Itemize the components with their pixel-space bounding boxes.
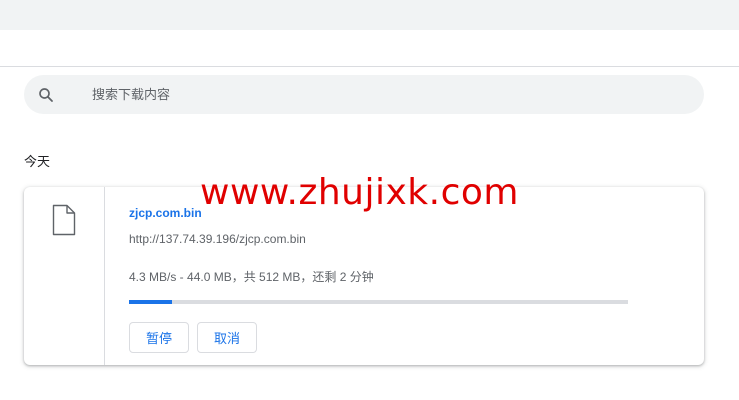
file-url: http://137.74.39.196/zjcp.com.bin (129, 232, 306, 246)
top-bar (0, 0, 739, 30)
downloads-page: 今天 zjcp.com.bin http://137.74.39.196/zjc… (0, 0, 739, 400)
pause-button[interactable]: 暂停 (129, 322, 189, 353)
progress-fill (129, 300, 172, 304)
file-name-link[interactable]: zjcp.com.bin (129, 206, 202, 220)
file-icon (52, 204, 76, 236)
cancel-button[interactable]: 取消 (197, 322, 257, 353)
search-icon[interactable] (37, 86, 55, 104)
search-input[interactable] (92, 83, 682, 105)
download-status: 4.3 MB/s - 44.0 MB，共 512 MB，还剩 2 分钟 (129, 270, 374, 284)
search-box[interactable] (24, 75, 704, 114)
progress-bar (129, 300, 628, 304)
watermark-text: www.zhujixk.com (200, 172, 519, 213)
download-item: zjcp.com.bin http://137.74.39.196/zjcp.c… (24, 187, 704, 365)
section-title-today: 今天 (24, 154, 51, 169)
header-divider (0, 66, 739, 67)
card-divider (104, 187, 105, 365)
